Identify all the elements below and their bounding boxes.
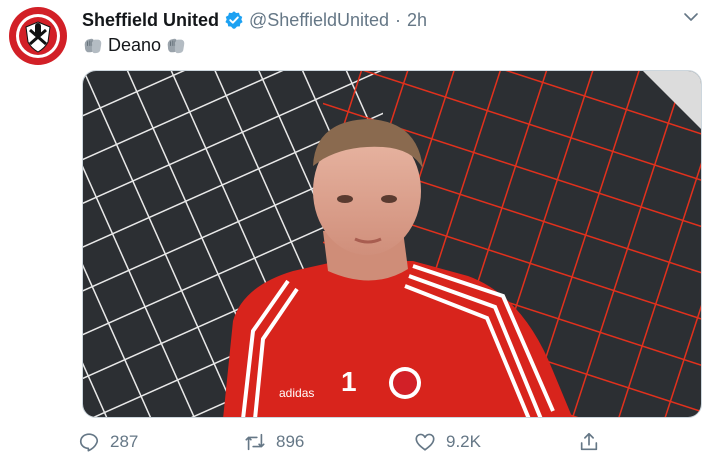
retweet-button[interactable]: 896: [244, 426, 304, 458]
tweet-time[interactable]: 2h: [407, 10, 427, 31]
separator-dot: ·: [395, 9, 402, 30]
reply-button[interactable]: 287: [78, 426, 138, 458]
heart-icon: [415, 433, 435, 451]
reply-count: 287: [110, 432, 139, 451]
tweet-header: Sheffield United @SheffieldUnited · 2h: [82, 8, 700, 32]
retweet-icon: [245, 433, 265, 451]
like-button[interactable]: 9.2K: [414, 426, 481, 458]
tweet-actions: 287 896 9.2K: [78, 426, 618, 458]
reply-icon: [79, 433, 99, 452]
share-button[interactable]: [578, 426, 610, 458]
tweet-text: Deano: [82, 34, 187, 56]
svg-text:1: 1: [341, 366, 357, 397]
tweet-text-body: Deano: [108, 34, 162, 55]
tweet-photo[interactable]: 1 adidas: [82, 70, 702, 418]
share-icon: [580, 432, 598, 451]
svg-text:adidas: adidas: [279, 386, 314, 400]
verified-badge-icon: [225, 11, 243, 29]
chevron-down-icon[interactable]: [682, 8, 700, 26]
gloves-icon: [167, 38, 185, 54]
retweet-count: 896: [276, 432, 305, 451]
author-name[interactable]: Sheffield United: [82, 10, 219, 31]
avatar[interactable]: [8, 6, 68, 66]
author-handle[interactable]: @SheffieldUnited: [249, 10, 389, 31]
gloves-icon: [84, 38, 102, 54]
like-count: 9.2K: [446, 432, 481, 451]
